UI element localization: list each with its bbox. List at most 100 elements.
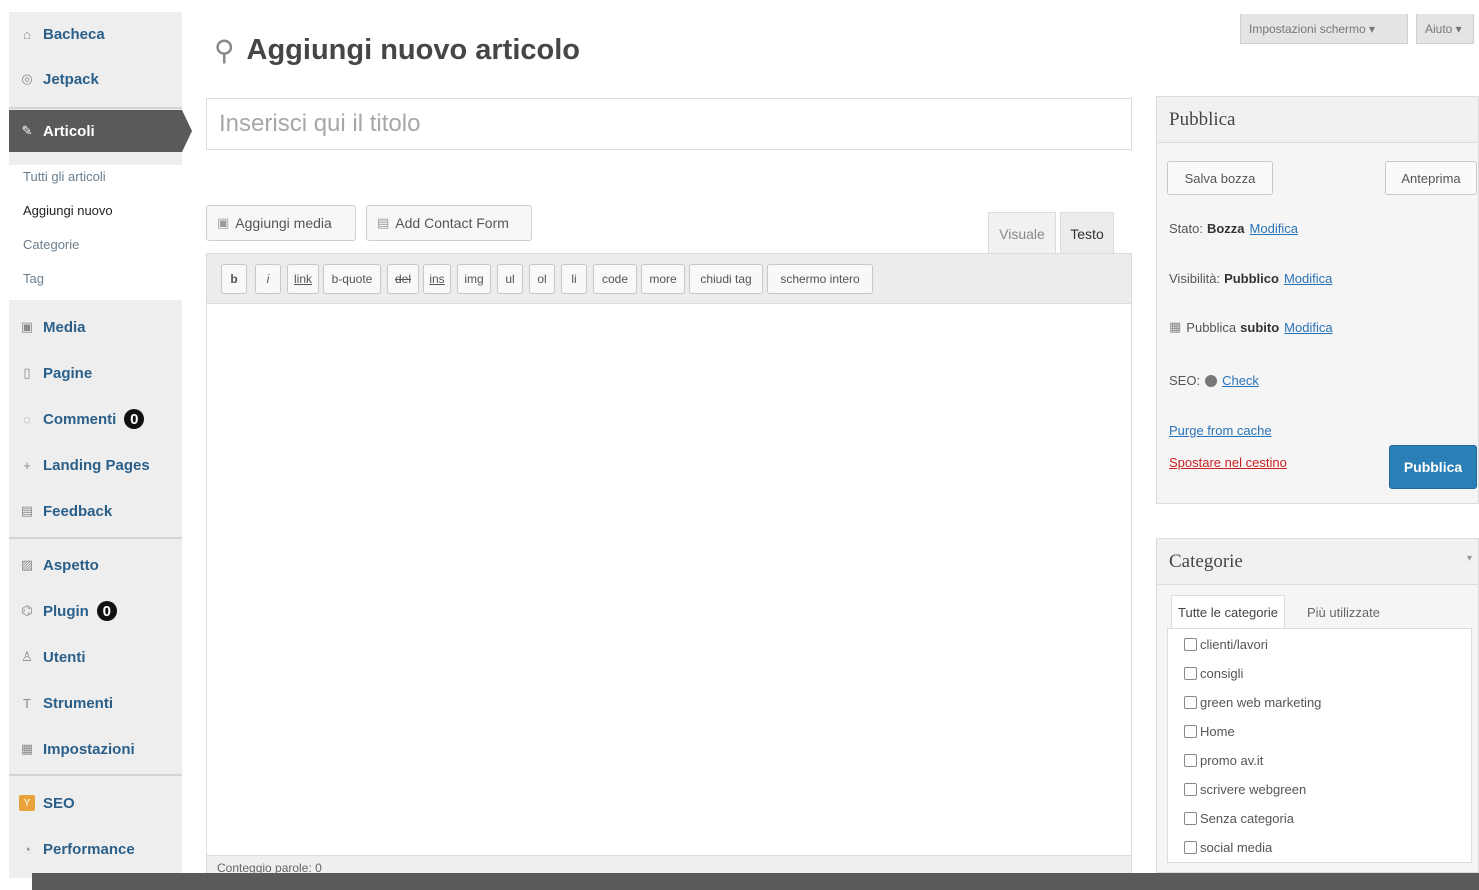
edit-status-link[interactable]: Modifica [1250,221,1298,236]
pin-icon: ✎ [21,123,33,138]
sidebar-item-utenti[interactable]: ♙ Utenti [9,637,182,677]
sidebar-item-label: Performance [43,840,135,858]
sidebar-item-label: Landing Pages [43,456,150,474]
media-icon: ▣ [217,215,230,230]
category-item[interactable]: green web marketing [1184,695,1321,710]
checkbox[interactable] [1184,725,1197,738]
sidebar-item-media[interactable]: ▣ Media [9,307,182,347]
sidebar-item-bacheca[interactable]: ⌂ Bacheca [9,14,182,54]
seo-label: SEO: [1169,373,1201,388]
category-item[interactable]: clienti/lavori [1184,637,1268,652]
category-label: green web marketing [1200,695,1322,710]
sidebar-item-pagine[interactable]: ▯ Pagine [9,353,182,393]
save-draft-button[interactable]: Salva bozza [1167,161,1273,195]
sidebar-item-aspetto[interactable]: ▨ Aspetto [9,545,182,585]
page-title-text: Aggiungi nuovo articolo [246,34,580,66]
checkbox[interactable] [1184,667,1197,680]
submenu-all-posts[interactable]: Tutti gli articoli [23,169,106,184]
submenu-categories[interactable]: Categorie [23,237,79,252]
quicktag-close-tags-button[interactable]: chiudi tag [689,264,763,294]
quicktag-img-button[interactable]: img [457,264,491,294]
tab-most-used[interactable]: Più utilizzate [1301,595,1386,629]
sidebar-item-label: Aspetto [43,556,99,574]
move-to-trash-link[interactable]: Spostare nel cestino [1169,455,1287,470]
quicktag-ol-button[interactable]: ol [529,264,555,294]
checkbox[interactable] [1184,812,1197,825]
quicktag-link-button[interactable]: link [287,264,319,294]
sidebar-item-label: Commenti [43,410,117,428]
submenu-tags[interactable]: Tag [23,271,44,286]
purge-cache-link[interactable]: Purge from cache [1169,423,1272,438]
quicktags-toolbar: b i link b-quote del ins img ul ol li co… [207,254,1131,304]
quicktag-del-button[interactable]: del [387,264,419,294]
seo-check-link[interactable]: Check [1222,373,1259,388]
sidebar-item-performance[interactable]: ◔ Performance [9,829,182,869]
checkbox[interactable] [1184,638,1197,651]
page-title: ⚲ Aggiungi nuovo articolo [214,34,580,67]
category-label: scrivere webgreen [1200,782,1307,797]
quicktag-code-button[interactable]: code [593,264,637,294]
quicktag-fullscreen-button[interactable]: schermo intero [767,264,873,294]
sidebar-item-label: Jetpack [43,70,99,88]
category-item[interactable]: social media [1184,840,1272,855]
tab-text[interactable]: Testo [1060,212,1114,254]
sidebar-item-impostazioni[interactable]: ▦ Impostazioni [9,729,182,769]
schedule-row: ▦ Pubblica subito Modifica [1169,319,1333,335]
tab-visual[interactable]: Visuale [988,212,1056,254]
add-media-label: Aggiungi media [235,215,332,231]
sidebar-item-jetpack[interactable]: ◎ Jetpack [9,59,182,99]
help-button[interactable]: Aiuto ▾ [1416,14,1474,44]
category-item[interactable]: Senza categoria [1184,811,1294,826]
quicktag-italic-button[interactable]: i [255,264,281,294]
screen-options-button[interactable]: Impostazioni schermo ▾ [1240,14,1408,44]
checkbox[interactable] [1184,754,1197,767]
add-contact-form-button[interactable]: ▤ Add Contact Form [366,205,532,241]
quicktag-ins-button[interactable]: ins [423,264,451,294]
category-item[interactable]: scrivere webgreen [1184,782,1306,797]
quicktag-bold-button[interactable]: b [221,264,247,294]
quicktag-ul-button[interactable]: ul [497,264,523,294]
category-label: promo av.it [1200,753,1264,768]
quicktag-li-button[interactable]: li [561,264,587,294]
edit-visibility-link[interactable]: Modifica [1284,271,1332,286]
sidebar-item-label: Bacheca [43,25,105,43]
post-content-textarea[interactable] [207,304,1131,857]
sidebar-item-label: Plugin [43,602,89,620]
submenu-add-new[interactable]: Aggiungi nuovo [23,203,113,218]
add-media-button[interactable]: ▣ Aggiungi media [206,205,356,241]
seo-status-icon [1205,374,1218,387]
sidebar-item-plugin[interactable]: ⌬ Plugin 0 [9,591,182,631]
sidebar-item-strumenti[interactable]: T Strumenti [9,683,182,723]
publish-button[interactable]: Pubblica [1389,445,1477,489]
checkbox[interactable] [1184,696,1197,709]
category-item[interactable]: Home [1184,724,1235,739]
sidebar-item-label: Pagine [43,364,93,382]
quicktag-more-button[interactable]: more [641,264,685,294]
sidebar-item-label: Utenti [43,648,86,666]
checkbox[interactable] [1184,783,1197,796]
sidebar-item-landing-pages[interactable]: + Landing Pages [9,445,182,485]
dashboard-icon: ⌂ [23,26,31,42]
edit-schedule-link[interactable]: Modifica [1284,320,1332,335]
post-title-input[interactable] [206,98,1132,150]
category-item[interactable]: promo av.it [1184,753,1263,768]
preview-button[interactable]: Anteprima [1385,161,1477,195]
categories-box-title: Categorie [1157,539,1478,585]
jetpack-icon: ◎ [21,71,33,86]
checkbox[interactable] [1184,841,1197,854]
publish-box-title: Pubblica [1157,97,1478,143]
quicktag-blockquote-button[interactable]: b-quote [323,264,381,294]
settings-icon: ▦ [20,741,34,756]
toggle-arrow-icon[interactable]: ▾ [1467,553,1472,564]
sidebar-item-commenti[interactable]: ◌ Commenti 0 [9,399,182,439]
comments-count-badge: 0 [124,409,145,429]
sidebar-item-feedback[interactable]: ▤ Feedback [9,491,182,531]
category-item[interactable]: consigli [1184,666,1243,681]
sidebar-submenu: Tutti gli articoli Aggiungi nuovo Catego… [9,165,182,300]
sidebar-item-articoli[interactable]: ✎ Articoli [9,110,192,152]
performance-icon: ◔ [23,841,31,857]
sidebar-item-label: Strumenti [43,694,114,712]
sidebar-item-seo[interactable]: Y SEO [9,783,182,823]
tab-all-categories[interactable]: Tutte le categorie [1171,595,1285,629]
users-icon: ♙ [21,649,33,664]
